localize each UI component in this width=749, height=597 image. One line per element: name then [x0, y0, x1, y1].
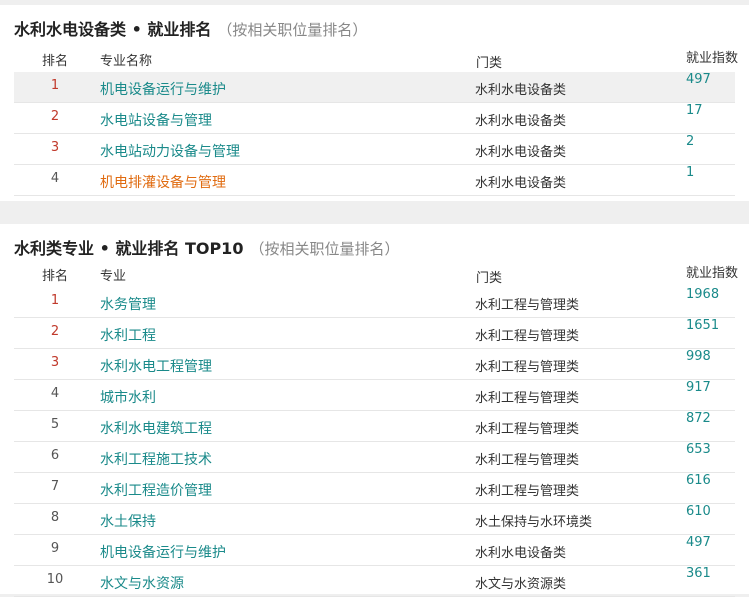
table-row[interactable]: 2 水利工程 水利工程与管理类 1651	[14, 318, 735, 349]
table-row[interactable]: 6 水利工程施工技术 水利工程与管理类 653	[14, 442, 735, 473]
rank-cell: 4	[50, 386, 60, 401]
category-cell: 水利工程与管理类	[475, 298, 580, 313]
index-cell: 610	[686, 504, 711, 519]
header-rank: 排名	[42, 269, 69, 284]
table-row[interactable]: 1 机电设备运行与维护 水利水电设备类 497	[14, 72, 735, 103]
table-row[interactable]: 9 机电设备运行与维护 水利水电设备类 497	[14, 535, 735, 566]
index-cell: 872	[686, 411, 711, 426]
rank-cell: 2	[50, 109, 60, 124]
rank-cell: 3	[50, 140, 60, 155]
rank-cell: 1	[50, 78, 60, 93]
water-conservancy-ranking-panel: 水利类专业 • 就业排名 TOP10 （按相关职位量排名） 排名 专业 门类 就业…	[0, 224, 749, 597]
category-cell: 水利水电设备类	[475, 145, 567, 160]
major-link[interactable]: 机电设备运行与维护	[100, 542, 226, 562]
category-cell: 水利工程与管理类	[475, 484, 580, 499]
header-index: 就业指数	[686, 51, 739, 66]
major-link[interactable]: 水利水电工程管理	[100, 356, 212, 376]
rank-cell: 9	[50, 541, 60, 556]
table-row[interactable]: 2 水电站设备与管理 水利水电设备类 17	[14, 103, 735, 134]
major-link[interactable]: 水利水电建筑工程	[100, 418, 212, 438]
header-category: 门类	[476, 56, 503, 71]
header-category: 门类	[476, 271, 503, 286]
category-cell: 水文与水资源类	[475, 577, 567, 592]
index-cell: 998	[686, 349, 711, 364]
header-name: 专业名称	[100, 54, 153, 69]
index-cell: 361	[686, 566, 711, 581]
table-row[interactable]: 5 水利水电建筑工程 水利工程与管理类 872	[14, 411, 735, 442]
category-cell: 水土保持与水环境类	[475, 515, 593, 530]
category-cell: 水利水电设备类	[475, 83, 567, 98]
category-cell: 水利水电设备类	[475, 114, 567, 129]
index-cell: 1968	[686, 287, 720, 302]
category-cell: 水利水电设备类	[475, 176, 567, 191]
index-cell: 497	[686, 535, 711, 550]
table-row[interactable]: 1 水务管理 水利工程与管理类 1968	[14, 287, 735, 318]
table-row[interactable]: 3 水利水电工程管理 水利工程与管理类 998	[14, 349, 735, 380]
header-rank: 排名	[42, 54, 69, 69]
panel-title-text: 水利水电设备类 • 就业排名	[14, 20, 212, 39]
panel-subtitle: （按相关职位量排名）	[249, 240, 400, 258]
rank-cell: 1	[50, 293, 60, 308]
major-link[interactable]: 机电排灌设备与管理	[100, 172, 226, 192]
equipment-ranking-panel: 水利水电设备类 • 就业排名 （按相关职位量排名） 排名 专业名称 门类 就业指数…	[0, 5, 749, 201]
rank-cell: 8	[50, 510, 60, 525]
major-link[interactable]: 机电设备运行与维护	[100, 79, 226, 99]
index-cell: 1	[686, 165, 695, 180]
category-cell: 水利工程与管理类	[475, 391, 580, 406]
index-cell: 497	[686, 72, 711, 87]
header-index: 就业指数	[686, 266, 739, 281]
index-cell: 616	[686, 473, 711, 488]
major-link[interactable]: 城市水利	[100, 387, 156, 407]
panel-title-text: 水利类专业 • 就业排名 TOP10	[14, 239, 244, 258]
table-row[interactable]: 10 水文与水资源 水文与水资源类 361	[14, 566, 735, 597]
category-cell: 水利工程与管理类	[475, 453, 580, 468]
major-link[interactable]: 水土保持	[100, 511, 156, 531]
table-row[interactable]: 4 机电排灌设备与管理 水利水电设备类 1	[14, 165, 735, 196]
index-cell: 2	[686, 134, 695, 149]
rank-cell: 2	[50, 324, 60, 339]
table-row[interactable]: 8 水土保持 水土保持与水环境类 610	[14, 504, 735, 535]
table-row[interactable]: 7 水利工程造价管理 水利工程与管理类 616	[14, 473, 735, 504]
panel-title: 水利水电设备类 • 就业排名 （按相关职位量排名）	[14, 16, 367, 40]
major-link[interactable]: 水电站设备与管理	[100, 110, 212, 130]
category-cell: 水利工程与管理类	[475, 422, 580, 437]
major-link[interactable]: 水电站动力设备与管理	[100, 141, 240, 161]
panel-title: 水利类专业 • 就业排名 TOP10 （按相关职位量排名）	[14, 235, 399, 259]
table-row[interactable]: 4 城市水利 水利工程与管理类 917	[14, 380, 735, 411]
rank-cell: 3	[50, 355, 60, 370]
major-link[interactable]: 水利工程	[100, 325, 156, 345]
index-cell: 917	[686, 380, 711, 395]
category-cell: 水利水电设备类	[475, 546, 567, 561]
category-cell: 水利工程与管理类	[475, 360, 580, 375]
rank-cell: 10	[46, 572, 64, 587]
index-cell: 653	[686, 442, 711, 457]
major-link[interactable]: 水利工程施工技术	[100, 449, 212, 469]
major-link[interactable]: 水务管理	[100, 294, 156, 314]
rank-cell: 6	[50, 448, 60, 463]
index-cell: 17	[686, 103, 703, 118]
index-cell: 1651	[686, 318, 720, 333]
rank-cell: 5	[50, 417, 60, 432]
panel-subtitle: （按相关职位量排名）	[217, 21, 368, 39]
rank-cell: 7	[50, 479, 60, 494]
header-name: 专业	[100, 269, 127, 284]
major-link[interactable]: 水利工程造价管理	[100, 480, 212, 500]
major-link[interactable]: 水文与水资源	[100, 573, 184, 593]
rank-cell: 4	[50, 171, 60, 186]
table-row[interactable]: 3 水电站动力设备与管理 水利水电设备类 2	[14, 134, 735, 165]
category-cell: 水利工程与管理类	[475, 329, 580, 344]
